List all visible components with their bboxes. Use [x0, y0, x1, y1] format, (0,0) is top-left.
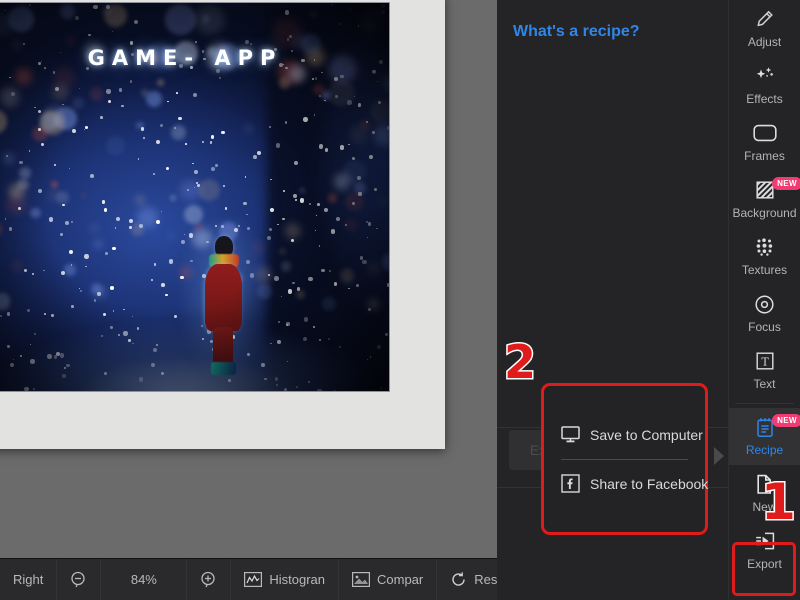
tool-background-label: Background	[732, 206, 797, 220]
zoom-level-value[interactable]: 84%	[101, 559, 188, 600]
tool-effects[interactable]: Effects	[729, 57, 800, 114]
text-icon: T	[755, 350, 775, 372]
photo-title-text: GAME- APP	[87, 45, 283, 70]
reset-label: Reset	[474, 572, 497, 587]
zoom-in-icon	[200, 571, 217, 588]
callout-number-2: 2	[502, 335, 537, 389]
photo-editor-window: GAME- APP Right 84% Histogran Compar Res…	[0, 0, 800, 600]
focus-icon	[754, 293, 775, 315]
compare-label: Compar	[377, 572, 424, 587]
frame-icon	[752, 122, 777, 144]
tool-recipe[interactable]: NEW Recipe	[729, 408, 800, 465]
export-popup-menu: Save to Computer Share to Facebook	[541, 383, 708, 535]
histogram-label: Histogran	[269, 572, 325, 587]
tool-focus-label: Focus	[748, 320, 781, 334]
save-to-computer-item[interactable]: Save to Computer	[544, 411, 705, 459]
compare-image-icon	[352, 572, 370, 587]
tool-background[interactable]: NEW Background	[729, 171, 800, 228]
background-new-badge: NEW	[772, 177, 800, 190]
tool-textures-label: Textures	[741, 263, 788, 277]
facebook-icon	[561, 474, 580, 493]
svg-text:T: T	[761, 356, 769, 369]
pencil-icon	[755, 8, 774, 30]
recipe-panel-crumb	[513, 10, 712, 19]
tool-adjust[interactable]: Adjust	[729, 0, 800, 57]
dots-icon	[755, 236, 775, 258]
share-to-facebook-label: Share to Facebook	[590, 475, 709, 492]
callout-number-1: 1	[760, 473, 798, 531]
zoom-in-button[interactable]	[187, 559, 232, 600]
tool-recipe-label: Recipe	[745, 443, 784, 457]
tool-focus[interactable]: Focus	[729, 285, 800, 342]
share-to-facebook-item[interactable]: Share to Facebook	[544, 460, 709, 508]
tool-frames[interactable]: Frames	[729, 114, 800, 171]
tool-text-label: Text	[753, 377, 776, 391]
save-to-computer-label: Save to Computer	[590, 426, 703, 443]
bottom-toolbar: Right 84% Histogran Compar Res	[0, 558, 497, 600]
zoom-out-icon	[70, 571, 87, 588]
reset-icon	[450, 571, 467, 588]
reset-button[interactable]: Reset	[437, 559, 497, 600]
orientation-label: Right	[0, 559, 58, 600]
tool-adjust-label: Adjust	[747, 35, 782, 49]
histogram-icon	[244, 572, 263, 587]
canvas-sheet: GAME- APP	[0, 0, 445, 449]
photo-canvas[interactable]: GAME- APP	[0, 2, 390, 392]
sparkle-icon	[754, 65, 776, 87]
monitor-icon	[561, 426, 580, 443]
recipe-new-badge: NEW	[772, 414, 800, 427]
histogram-button[interactable]: Histogran	[231, 559, 339, 600]
tool-text[interactable]: T Text	[729, 342, 800, 399]
workspace: GAME- APP	[0, 0, 497, 600]
recipe-panel-header: What's a recipe?	[497, 0, 728, 41]
tool-rail-separator	[735, 403, 794, 404]
photo-person-figure	[175, 219, 273, 387]
compare-button[interactable]: Compar	[339, 559, 438, 600]
tool-frames-label: Frames	[744, 149, 785, 163]
tool-export-label: Export	[747, 557, 782, 571]
tool-effects-label: Effects	[746, 92, 783, 106]
whats-a-recipe-link[interactable]: What's a recipe?	[513, 23, 712, 41]
tool-textures[interactable]: Textures	[729, 228, 800, 285]
zoom-out-button[interactable]	[57, 559, 102, 600]
panel-collapse-chevron-icon[interactable]	[714, 447, 724, 465]
export-icon	[754, 530, 776, 552]
